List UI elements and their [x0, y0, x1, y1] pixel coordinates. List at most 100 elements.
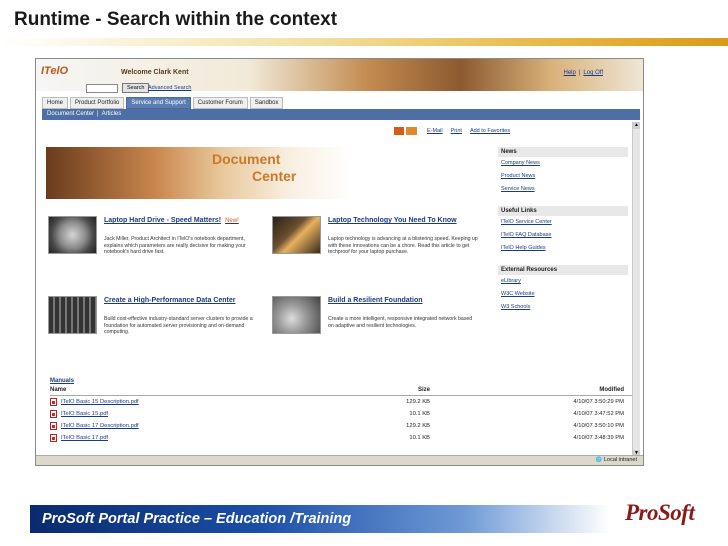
file-modified: 4/10/07 3:50:29 PM [573, 399, 624, 405]
table-row: ITelO Basic 17 Description.pdf 129.2 KB … [50, 420, 632, 432]
article-summary: Build cost-effective industry-standard s… [104, 316, 253, 336]
email-link[interactable]: E-Mail [427, 128, 443, 134]
server-rack-thumbnail[interactable] [48, 296, 97, 334]
tab-home[interactable]: Home [42, 97, 69, 109]
table-row: ITelO Basic 15.pdf 10.1 KB 4/10/07 3:47:… [50, 408, 632, 420]
tab-customer-forum[interactable]: Customer Forum [192, 97, 248, 109]
news-section: News Company News Product News Service N… [498, 147, 628, 196]
print-link[interactable]: Print [451, 128, 462, 134]
sidebar-link-w3c-website[interactable]: W3C Website [498, 288, 628, 301]
page-content: E-Mail Print Add to Favorites Document C… [42, 122, 640, 457]
column-header-modified[interactable]: Modified [430, 387, 632, 393]
table-row: ITelO Basic 15 Description.pdf 129.2 KB … [50, 396, 632, 408]
breadcrumb-separator: | [97, 111, 99, 117]
top-link-separator: | [578, 70, 581, 76]
tab-sandbox[interactable]: Sandbox [249, 97, 284, 109]
sidebar-link-company-news[interactable]: Company News [498, 157, 628, 170]
sidebar-link-product-news[interactable]: Product News [498, 170, 628, 183]
footer-banner: ProSoft Portal Practice – Education /Tra… [30, 505, 610, 533]
content-toolbar: E-Mail Print Add to Favorites [393, 127, 510, 135]
prosoft-logo: ProSoft [625, 500, 720, 540]
file-link[interactable]: ITelO Basic 17 Description.pdf [50, 422, 350, 430]
manuals-heading[interactable]: Manuals [50, 378, 632, 384]
banner-title: Document Center [212, 151, 296, 185]
sidebar-link-help-guides[interactable]: ITelO Help Guides [498, 242, 628, 255]
useful-links-heading: Useful Links [498, 206, 628, 216]
toolbar-button-2[interactable] [406, 127, 418, 135]
article-item: Laptop Technology You Need To Know Lapto… [272, 216, 487, 281]
file-size: 129.2 KB [406, 399, 430, 405]
article-item: Laptop Hard Drive - Speed Matters! New! J… [48, 216, 263, 281]
file-size: 10.1 KB [409, 435, 430, 441]
file-link[interactable]: ITelO Basic 15.pdf [50, 410, 350, 418]
file-name[interactable]: ITelO Basic 17 Description.pdf [61, 423, 139, 429]
external-resources-heading: External Resources [498, 265, 628, 275]
pdf-icon [50, 410, 57, 418]
article-summary: Create a more intelligent, responsive in… [328, 316, 473, 329]
column-header-name[interactable]: Name [50, 387, 350, 393]
file-name[interactable]: ITelO Basic 15 Description.pdf [61, 399, 139, 405]
pdf-icon [50, 422, 57, 430]
slide-title: Runtime - Search within the context [14, 9, 338, 30]
security-zone: Local intranet [596, 457, 637, 463]
file-modified: 4/10/07 3:48:39 PM [573, 435, 624, 441]
article-title[interactable]: Laptop Hard Drive - Speed Matters! New! [104, 216, 254, 226]
right-sidebar: News Company News Product News Service N… [498, 147, 628, 324]
file-name[interactable]: ITelO Basic 17.pdf [61, 435, 108, 441]
prosoft-logo-text: ProSoft [625, 500, 695, 525]
file-size: 10.1 KB [409, 411, 430, 417]
help-link[interactable]: Help [564, 70, 576, 76]
search-button[interactable]: Search [122, 83, 150, 93]
title-underline [0, 38, 728, 46]
toolbar-button-1[interactable] [393, 127, 405, 135]
portal-header: ITelO Welcome Clark Kent Help | Log Off Se… [36, 59, 643, 93]
add-to-favorites-link[interactable]: Add to Favorites [470, 128, 510, 134]
external-resources-section: External Resources eLibrary W3C Website … [498, 265, 628, 314]
article-title[interactable]: Build a Resilient Foundation [328, 296, 478, 305]
column-header-size[interactable]: Size [350, 387, 430, 393]
tab-service-and-support[interactable]: Service and Support [126, 97, 191, 109]
file-modified: 4/10/07 3:47:52 PM [573, 411, 624, 417]
sidebar-link-faq-database[interactable]: ITelO FAQ Database [498, 229, 628, 242]
vertical-scrollbar[interactable]: ▲ ▼ [632, 122, 640, 457]
file-size: 129.2 KB [406, 423, 430, 429]
file-link[interactable]: ITelO Basic 15 Description.pdf [50, 398, 350, 406]
table-row: ITelO Basic 17.pdf 10.1 KB 4/10/07 3:48:… [50, 432, 632, 444]
footer-text: ProSoft Portal Practice – Education /Tra… [42, 511, 352, 527]
file-link[interactable]: ITelO Basic 17.pdf [50, 434, 350, 442]
breadcrumb-articles[interactable]: Articles [102, 111, 122, 117]
search-input[interactable] [86, 84, 118, 93]
advanced-search-link[interactable]: Advanced Search [148, 85, 191, 91]
tab-product-portfolio[interactable]: Product Portfolio [70, 97, 125, 109]
file-modified: 4/10/07 3:50:10 PM [573, 423, 624, 429]
browser-window: ITelO Welcome Clark Kent Help | Log Off Se… [35, 58, 644, 466]
document-center-banner: Document Center [46, 147, 484, 199]
scroll-up-icon[interactable]: ▲ [633, 122, 640, 129]
laptop-thumbnail[interactable] [272, 216, 321, 254]
breadcrumb-document-center[interactable]: Document Center [47, 111, 94, 117]
top-links: Help | Log Off [564, 70, 603, 76]
browser-status-bar: Local intranet [36, 455, 643, 465]
pdf-icon [50, 398, 57, 406]
pdf-icon [50, 434, 57, 442]
new-badge: New! [225, 218, 239, 224]
article-title[interactable]: Laptop Technology You Need To Know [328, 216, 478, 225]
welcome-text: Welcome Clark Kent [121, 69, 189, 76]
sidebar-link-service-center[interactable]: ITelO Service Center [498, 216, 628, 229]
article-summary: Jack Miller, Product Architect in ITelO'… [104, 236, 246, 256]
network-cables-thumbnail[interactable] [272, 296, 321, 334]
article-summary: Laptop technology is advancing at a blis… [328, 236, 478, 256]
useful-links-section: Useful Links ITelO Service Center ITelO … [498, 206, 628, 255]
main-tabs: Home Product Portfolio Service and Suppo… [42, 97, 285, 109]
article-title[interactable]: Create a High-Performance Data Center [104, 296, 254, 305]
manuals-header-row: Name Size Modified [50, 387, 632, 396]
breadcrumb: Document Center | Articles [42, 109, 640, 120]
file-name[interactable]: ITelO Basic 15.pdf [61, 411, 108, 417]
sidebar-link-service-news[interactable]: Service News [498, 183, 628, 196]
sidebar-link-w3-schools[interactable]: W3 Schools [498, 301, 628, 314]
article-title-text[interactable]: Laptop Hard Drive - Speed Matters! [104, 217, 221, 224]
news-heading: News [498, 147, 628, 157]
hard-drive-thumbnail[interactable] [48, 216, 97, 254]
sidebar-link-elibrary[interactable]: eLibrary [498, 275, 628, 288]
logoff-link[interactable]: Log Off [583, 70, 603, 76]
